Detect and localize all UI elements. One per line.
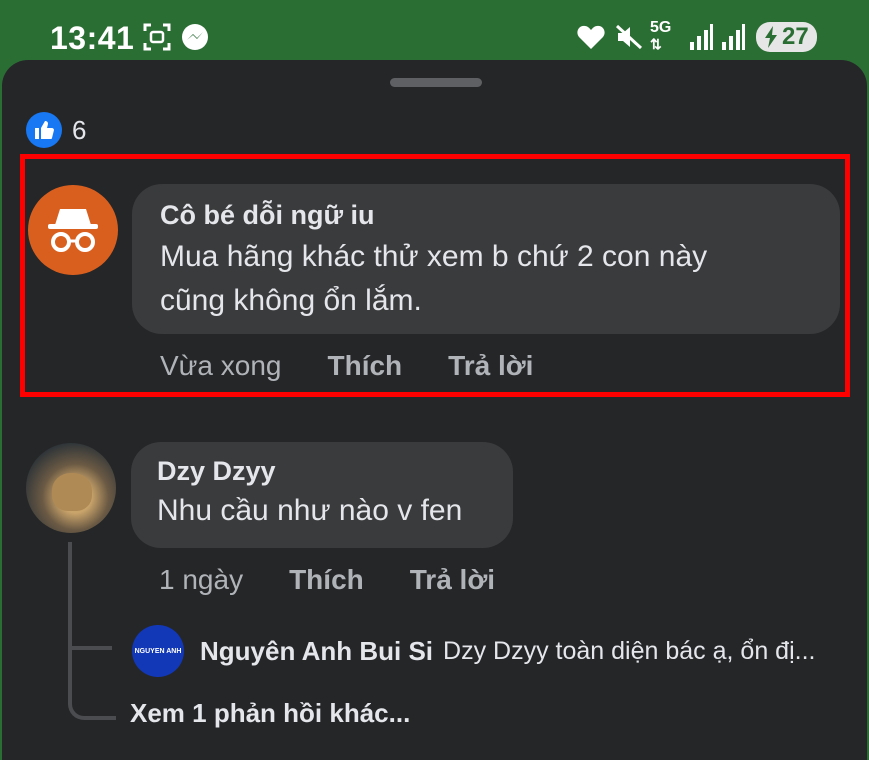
drag-handle[interactable]: [390, 78, 482, 87]
reply-author[interactable]: Nguyên Anh Bui Si: [200, 636, 433, 667]
comment-author[interactable]: Dzy Dzyy: [157, 456, 487, 487]
reply-button[interactable]: Trả lời: [448, 350, 533, 382]
reactions-summary[interactable]: 6: [26, 112, 86, 148]
comment-text: Nhu cầu như nào v fen: [157, 494, 463, 527]
reply-button[interactable]: Trả lời: [410, 564, 495, 596]
comment-time: 1 ngày: [159, 564, 244, 595]
comment-bubble[interactable]: Cô bé dỗi ngữ iu Mua hãng khác thử xem b…: [132, 184, 840, 334]
incognito-icon: [46, 205, 100, 260]
view-more-replies-link[interactable]: Xem 1 phản hồi khác...: [130, 698, 410, 729]
like-icon: [26, 112, 62, 148]
battery-charging-icon: 27: [756, 22, 817, 53]
comment-author[interactable]: Cô bé dỗi ngữ iu: [160, 200, 812, 231]
comments-sheet: 6 Cô bé dỗi ngữ iu Mua hãng khác thử xem…: [2, 60, 867, 760]
cat-photo-icon: [52, 473, 92, 511]
commenter-avatar[interactable]: [28, 185, 118, 275]
reply-preview[interactable]: NGUYEN ANH Nguyên Anh Bui Si Dzy Dzyy to…: [132, 625, 815, 677]
thread-branch: [68, 650, 116, 720]
signal-icon: [720, 22, 746, 57]
comment-bubble[interactable]: Dzy Dzyy Nhu cầu như nào v fen: [131, 442, 513, 548]
reply-avatar[interactable]: NGUYEN ANH: [132, 625, 184, 677]
signal-icon: [688, 22, 714, 57]
mute-icon: [614, 22, 644, 57]
commenter-avatar[interactable]: [26, 443, 116, 533]
reply-text: Dzy Dzyy toàn diện bác ạ, ổn đị...: [443, 636, 816, 665]
network-5g: 5G ⇅: [650, 19, 672, 53]
messenger-icon: [180, 22, 210, 57]
like-button[interactable]: Thích: [328, 350, 403, 382]
comment-text: Mua hãng khác thử xem b chứ 2 con này cũ…: [160, 240, 708, 317]
like-count: 6: [72, 114, 87, 145]
like-button[interactable]: Thích: [289, 564, 364, 596]
comment-time: Vừa xong: [160, 350, 282, 381]
comment-actions: 1 ngày Thích Trả lời: [159, 564, 541, 596]
screenshot-icon: [142, 22, 172, 57]
comment-actions: Vừa xong Thích Trả lời: [160, 350, 579, 382]
heart-icon: [576, 22, 606, 57]
thread-line: [68, 542, 72, 650]
status-time: 13:41: [50, 20, 135, 56]
